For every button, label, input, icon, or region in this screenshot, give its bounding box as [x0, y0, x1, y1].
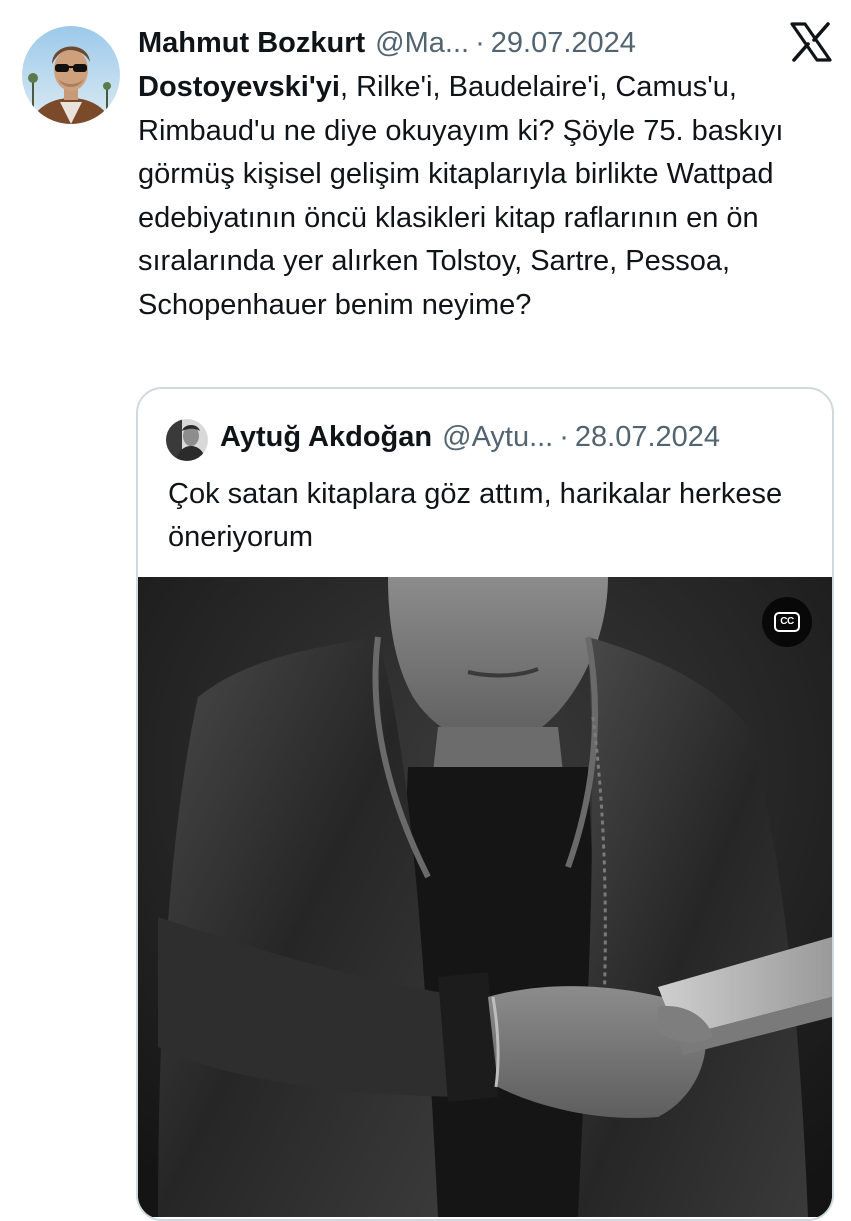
author-display-name[interactable]: Mahmut Bozkurt — [138, 23, 365, 63]
header-separator: · — [475, 27, 485, 59]
quoted-tweet-header: Aytuğ Akdoğan @Aytu... · 28.07.2024 — [220, 415, 720, 459]
author-handle[interactable]: @Ma... — [375, 23, 469, 63]
person-with-sunglasses-avatar-icon — [22, 26, 120, 124]
cc-icon: CC — [774, 612, 800, 632]
tweet-text-bold: Dostoyevski'yi — [138, 71, 340, 103]
quoted-tweet-card[interactable]: Aytuğ Akdoğan @Aytu... · 28.07.2024 Çok … — [136, 387, 834, 1221]
man-in-leather-jacket-holding-book-icon — [138, 577, 832, 1217]
tweet-text: Dostoyevski'yi, Rilke'i, Baudelaire'i, C… — [138, 66, 838, 327]
author-avatar[interactable] — [22, 26, 120, 124]
quoted-author-avatar[interactable] — [166, 419, 208, 461]
quoted-tweet-text: Çok satan kitaplara göz attım, harikalar… — [168, 478, 783, 553]
quoted-tweet-date[interactable]: 28.07.2024 — [575, 421, 720, 454]
x-logo-icon[interactable] — [790, 22, 832, 62]
quoted-author-handle[interactable]: @Aytu... — [442, 421, 553, 454]
quoted-tweet-video[interactable]: CC — [138, 577, 832, 1217]
tweet-date[interactable]: 29.07.2024 — [491, 23, 636, 63]
closed-captions-button[interactable]: CC — [762, 597, 812, 647]
quoted-header-separator: · — [559, 420, 569, 453]
quoted-author-display-name[interactable]: Aytuğ Akdoğan — [220, 421, 432, 454]
tweet-header: Mahmut Bozkurt @Ma... · 29.07.2024 — [138, 22, 791, 64]
person-avatar-icon — [166, 419, 208, 461]
tweet-text-rest: , Rilke'i, Baudelaire'i, Camus'u, Rimbau… — [138, 71, 784, 321]
